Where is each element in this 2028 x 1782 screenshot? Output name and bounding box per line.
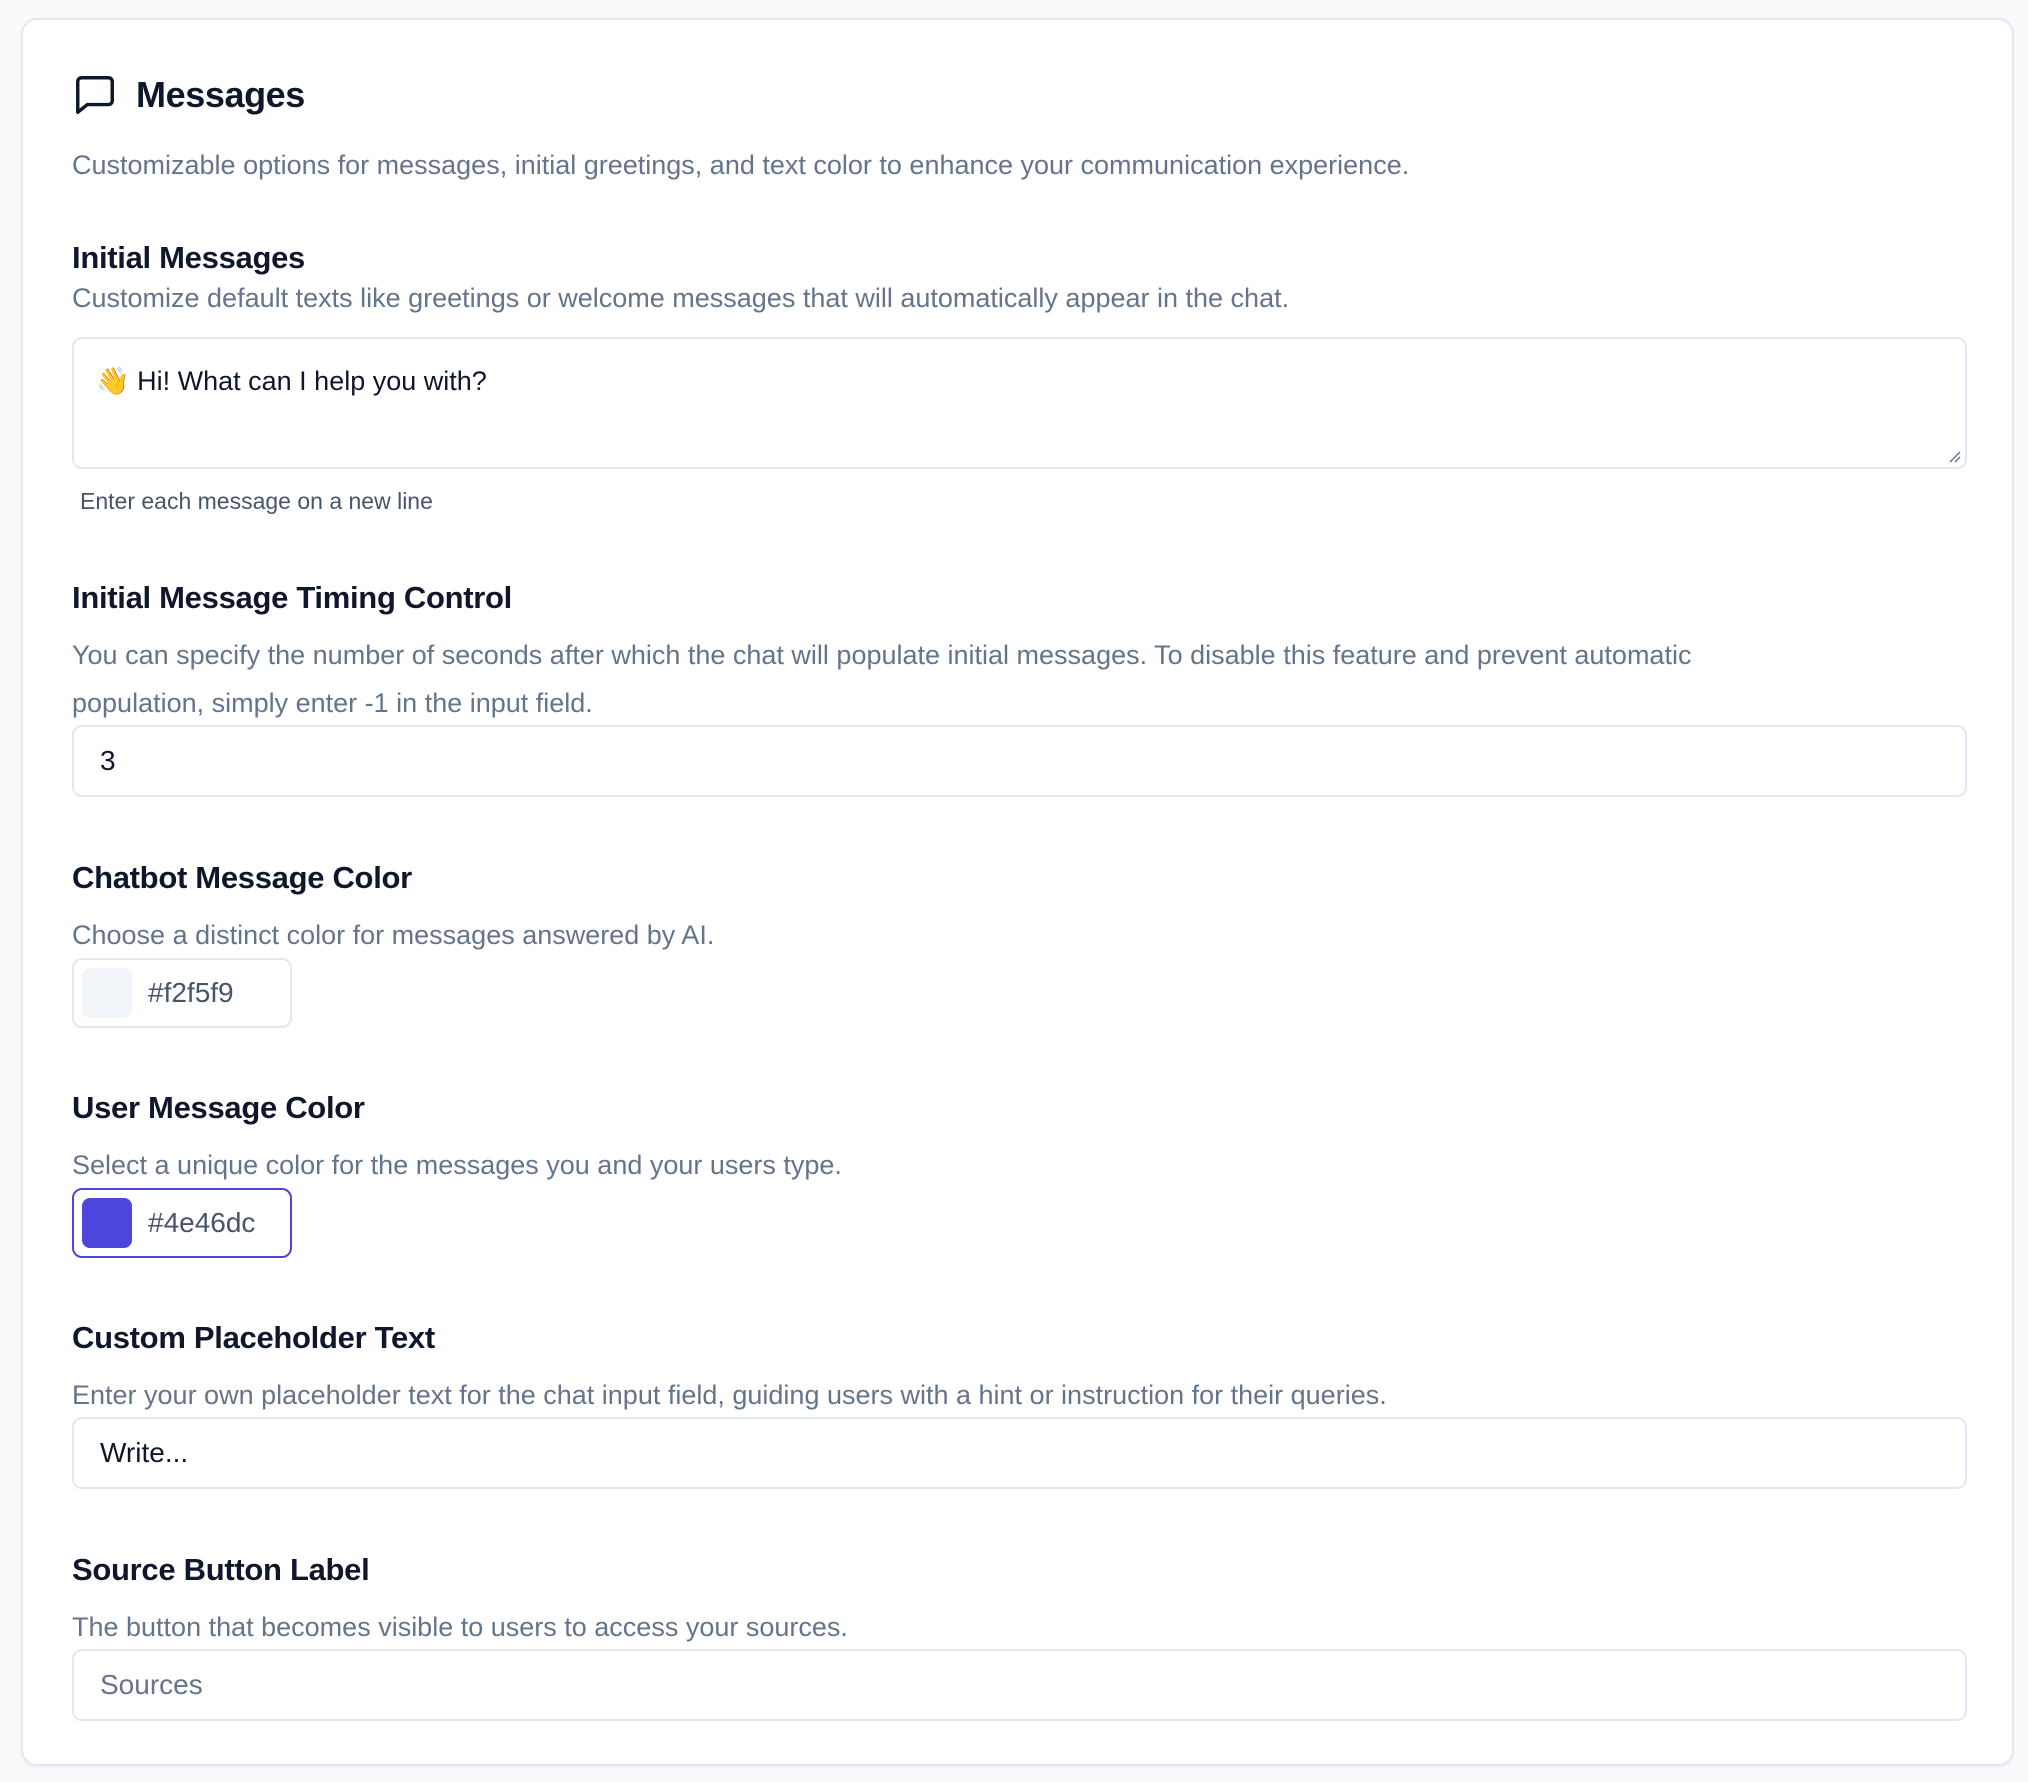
timing-description-line2: population, simply enter -1 in the input…: [72, 688, 593, 718]
chatbot-color-picker[interactable]: #f2f5f9: [72, 958, 292, 1028]
chatbot-color-title: Chatbot Message Color: [72, 860, 412, 895]
resize-handle-icon[interactable]: [1945, 447, 1961, 463]
initial-messages-hint: Enter each message on a new line: [80, 488, 433, 514]
user-color-value: #4e46dc: [148, 1207, 256, 1238]
placeholder-text-input[interactable]: Write...: [72, 1417, 1967, 1489]
initial-messages-title: Initial Messages: [72, 240, 305, 275]
messages-settings-card: Messages Customizable options for messag…: [21, 18, 2014, 1766]
user-color-swatch[interactable]: [82, 1198, 132, 1248]
chatbot-color-value: #f2f5f9: [148, 977, 234, 1008]
user-color-description: Select a unique color for the messages y…: [72, 1150, 842, 1180]
card-header: Messages: [72, 70, 305, 120]
source-button-description: The button that becomes visible to users…: [72, 1612, 848, 1642]
chatbot-color-description: Choose a distinct color for messages ans…: [72, 920, 715, 950]
initial-messages-description: Customize default texts like greetings o…: [72, 283, 1290, 313]
placeholder-description: Enter your own placeholder text for the …: [72, 1380, 1387, 1410]
page-description: Customizable options for messages, initi…: [72, 150, 1410, 180]
placeholder-title: Custom Placeholder Text: [72, 1320, 435, 1355]
user-color-title: User Message Color: [72, 1090, 365, 1125]
message-square-icon: [72, 72, 118, 118]
page-title: Messages: [136, 74, 305, 115]
timing-description-line1: You can specify the number of seconds af…: [72, 640, 1692, 670]
initial-messages-value: 👋 Hi! What can I help you with?: [96, 366, 487, 396]
user-color-picker[interactable]: #4e46dc: [72, 1188, 292, 1258]
timing-seconds-input[interactable]: 3: [72, 725, 1967, 797]
initial-messages-textarea[interactable]: 👋 Hi! What can I help you with?: [72, 337, 1967, 469]
chatbot-color-swatch[interactable]: [82, 968, 132, 1018]
timing-title: Initial Message Timing Control: [72, 580, 512, 615]
source-button-label-input[interactable]: Sources: [72, 1649, 1967, 1721]
source-button-title: Source Button Label: [72, 1552, 370, 1587]
